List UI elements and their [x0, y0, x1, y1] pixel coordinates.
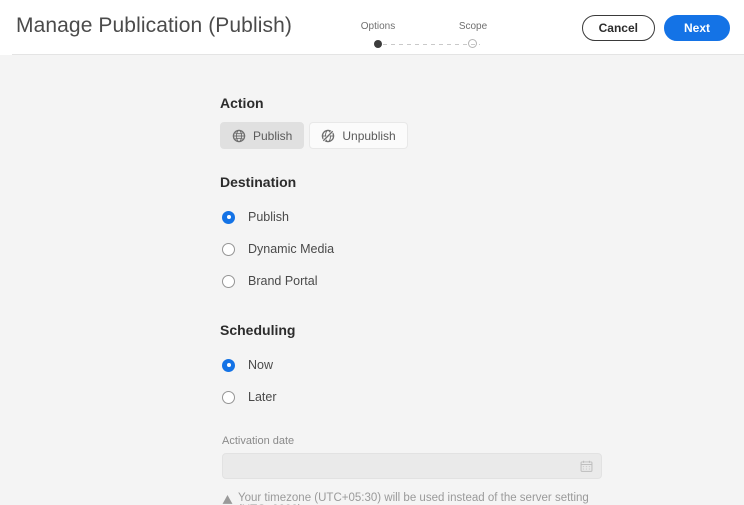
- globe-icon: [232, 129, 246, 143]
- stepper-connector-line: [383, 44, 480, 45]
- step-label-scope: Scope: [458, 21, 488, 32]
- cancel-button[interactable]: Cancel: [581, 15, 655, 41]
- scheduling-later-label: Later: [248, 390, 277, 404]
- scheduling-section-title: Scheduling: [220, 322, 296, 338]
- step-label-options: Options: [360, 21, 396, 32]
- scheduling-radio-now[interactable]: Now: [220, 349, 610, 381]
- action-section: Action Publish Unpublish: [220, 95, 610, 149]
- destination-radio-dynamic-media[interactable]: Dynamic Media: [220, 233, 610, 265]
- calendar-icon[interactable]: [580, 460, 593, 473]
- destination-radio-publish[interactable]: Publish: [220, 201, 610, 233]
- main-content: Action Publish Unpublish Destination Pub…: [0, 55, 744, 505]
- action-publish-label: Publish: [253, 128, 293, 143]
- scheduling-radio-later[interactable]: Later: [220, 381, 610, 413]
- timezone-warning-text: Your timezone (UTC+05:30) will be used i…: [238, 492, 589, 505]
- destination-radio-brand-portal[interactable]: Brand Portal: [220, 265, 610, 297]
- step-dot-options[interactable]: [374, 40, 382, 48]
- destination-publish-label: Publish: [248, 210, 289, 224]
- globe-slash-icon: [321, 129, 335, 143]
- page-title: Manage Publication (Publish): [16, 14, 292, 37]
- action-unpublish-label: Unpublish: [342, 128, 396, 143]
- action-publish-button[interactable]: Publish: [220, 122, 305, 149]
- activation-date-field: Activation date: [220, 435, 610, 479]
- header-divider: [12, 54, 744, 55]
- radio-indicator[interactable]: [222, 210, 235, 224]
- radio-indicator[interactable]: [222, 390, 235, 404]
- radio-indicator[interactable]: [222, 242, 235, 256]
- action-unpublish-button[interactable]: Unpublish: [309, 122, 408, 149]
- destination-brand-portal-label: Brand Portal: [248, 274, 318, 288]
- action-button-group: Publish Unpublish: [220, 122, 610, 149]
- action-section-title: Action: [220, 95, 264, 111]
- activation-date-label: Activation date: [222, 435, 295, 447]
- scheduling-now-label: Now: [248, 358, 274, 372]
- scheduling-section: Scheduling Now Later Activation date You…: [220, 322, 610, 505]
- stepper-labels: Options Scope: [358, 21, 488, 35]
- destination-section: Destination Publish Dynamic Media Brand …: [220, 174, 610, 297]
- activation-date-input[interactable]: [222, 453, 602, 479]
- destination-dynamic-media-label: Dynamic Media: [248, 242, 335, 256]
- next-button[interactable]: Next: [663, 15, 730, 41]
- warning-triangle-icon: [222, 494, 233, 505]
- timezone-warning: Your timezone (UTC+05:30) will be used i…: [222, 492, 610, 505]
- header-actions: Cancel Next: [581, 15, 730, 41]
- publication-form: Action Publish Unpublish Destination Pub…: [220, 95, 610, 505]
- radio-indicator[interactable]: [222, 358, 235, 372]
- destination-section-title: Destination: [220, 174, 297, 190]
- step-dot-scope[interactable]: [468, 39, 477, 48]
- wizard-stepper: Options Scope: [358, 21, 488, 49]
- stepper-track: [358, 39, 488, 50]
- radio-indicator[interactable]: [222, 274, 235, 288]
- page-header: Manage Publication (Publish) Options Sco…: [0, 0, 744, 55]
